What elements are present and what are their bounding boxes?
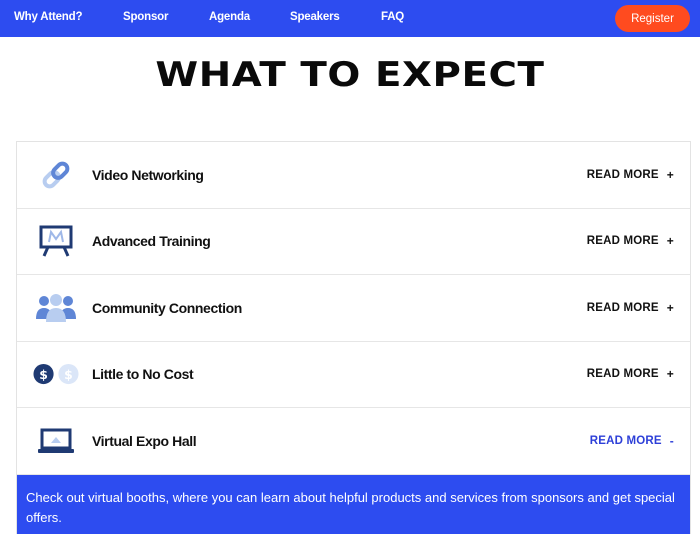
read-more-label: READ MORE [586,301,659,314]
expand-toggle-icon: + [666,167,674,182]
read-more-link[interactable]: READ MORE - [590,434,674,448]
nav-link-agenda[interactable]: Agenda [209,11,250,23]
expand-toggle-icon: + [666,367,674,382]
dollar-coins-icon: $ $ [33,356,79,392]
read-more-link[interactable]: READ MORE + [587,301,674,315]
accordion-item-label: Advanced Training [92,233,211,250]
accordion-item-virtual-expo-hall[interactable]: Virtual Expo Hall READ MORE - [17,408,690,475]
svg-text:$: $ [39,367,48,382]
accordion-item-community-connection[interactable]: Community Connection READ MORE + [17,275,690,342]
read-more-label: READ MORE [589,434,662,447]
nav-link-sponsor[interactable]: Sponsor [123,11,168,23]
accordion-open-panel: Check out virtual booths, where you can … [17,474,690,534]
read-more-label: READ MORE [586,168,659,181]
laptop-icon [33,423,79,459]
nav-link-faq[interactable]: FAQ [381,11,404,23]
register-button[interactable]: Register [615,5,690,32]
collapse-toggle-icon: - [669,433,674,448]
read-more-label: READ MORE [586,235,659,248]
page-title: WHAT TO EXPECT [155,55,545,95]
read-more-label: READ MORE [586,368,659,381]
expand-toggle-icon: + [666,234,674,249]
accordion-item-little-to-no-cost[interactable]: $ $ Little to No Cost READ MORE + [17,341,690,408]
link-icon [33,157,79,193]
accordion-item-label: Community Connection [92,299,242,316]
accordion-item-label: Virtual Expo Hall [92,432,197,449]
nav-link-why-attend[interactable]: Why Attend? [14,11,82,23]
nav-link-speakers[interactable]: Speakers [290,11,340,23]
accordion-item-label: Little to No Cost [92,366,194,383]
top-navigation-bar: Why Attend? Sponsor Agenda Speakers FAQ … [0,0,700,37]
expectations-accordion: Video Networking READ MORE + Advanced Tr… [16,141,691,534]
svg-text:$: $ [64,367,73,382]
accordion-item-advanced-training[interactable]: Advanced Training READ MORE + [17,208,690,275]
presentation-board-icon [33,223,79,259]
panel-description: Check out virtual booths, where you can … [26,489,675,525]
people-group-icon [33,290,79,326]
read-more-link[interactable]: READ MORE + [587,367,674,381]
accordion-item-video-networking[interactable]: Video Networking READ MORE + [17,142,690,209]
accordion-item-label: Video Networking [92,166,204,183]
expand-toggle-icon: + [666,300,674,315]
read-more-link[interactable]: READ MORE + [587,234,674,248]
read-more-link[interactable]: READ MORE + [587,168,674,182]
